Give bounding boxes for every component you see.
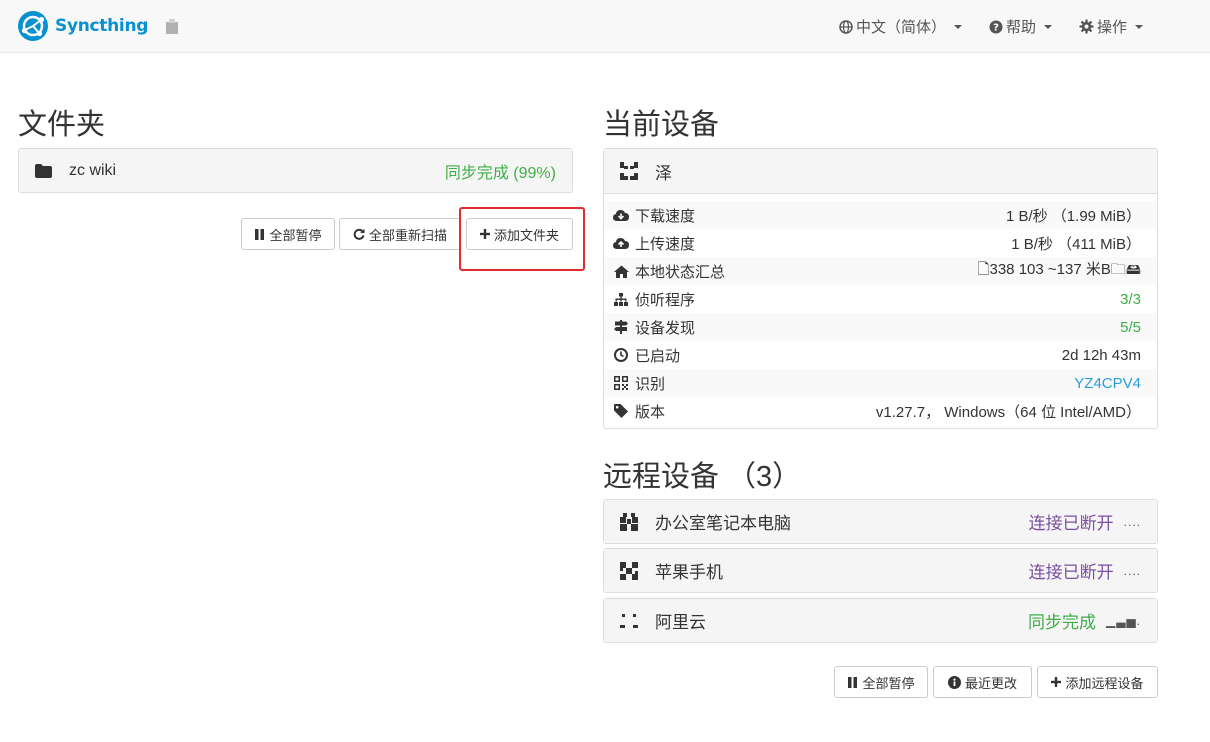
device-row-upload-rate: 上传速度 1 B/秒 （411 MiB） [604, 229, 1157, 257]
device-row-label: 设备发现 [635, 319, 696, 337]
device-identicon-icon [620, 512, 638, 531]
remote-device-name: 苹果手机 [655, 563, 723, 582]
annotation-highlight-box [459, 207, 585, 271]
device-row-value: 🗋338 103 ~137 米B🗀🖴 [977, 261, 1141, 278]
remote-device-status: 连接已断开 [1028, 514, 1114, 533]
pause-icon [255, 228, 265, 240]
folder-panel[interactable]: zc wiki 同步完成 (99%) [18, 148, 573, 193]
folders-heading: 文件夹 [18, 109, 106, 141]
remote-device-heading[interactable]: 阿里云 同步完成 ▁▃▅. [604, 599, 1157, 642]
device-row-local-state: 本地状态汇总 🗋338 103 ~137 米B🗀🖴 [604, 257, 1157, 285]
remote-device-status: 同步完成 [1027, 613, 1096, 632]
remote-device-heading[interactable]: 苹果手机 连接已断开 .... [604, 549, 1157, 592]
remote-device-status: 连接已断开 [1028, 563, 1114, 582]
actions-menu[interactable]: 操作 [1079, 16, 1143, 37]
signal-strength-icon: ▁▃▅. [1105, 613, 1141, 628]
remote-device-panel[interactable]: 苹果手机 连接已断开 .... [603, 548, 1158, 593]
device-row-download-rate: 下载速度 1 B/秒 （1.99 MiB） [604, 201, 1157, 229]
signpost-icon [613, 320, 629, 334]
help-menu[interactable]: ? 帮助 [989, 16, 1052, 37]
info-circle-icon [947, 675, 961, 689]
signal-strength-icon: .... [1123, 563, 1141, 578]
device-row-listeners: 侦听程序 3/3 [604, 285, 1157, 313]
remote-device-name: 阿里云 [655, 613, 706, 632]
device-row-discovery: 设备发现 5/5 [604, 313, 1157, 341]
device-row-identification: 识别 YZ4CPV4 [604, 369, 1157, 397]
syncthing-logo-icon [18, 11, 48, 41]
remote-device-panel[interactable]: 阿里云 同步完成 ▁▃▅. [603, 598, 1158, 643]
recent-changes-label: 最近更改 [964, 675, 1017, 691]
device-row-uptime: 已启动 2d 12h 43m [604, 341, 1157, 369]
pause-all-folders-button[interactable]: 全部暂停 [241, 218, 335, 250]
help-label: 帮助 [1005, 19, 1036, 36]
cloud-upload-icon [613, 237, 629, 250]
device-row-label: 侦听程序 [635, 291, 696, 309]
folder-status: 同步完成 (99%) [444, 164, 556, 182]
folder-panel-heading[interactable]: zc wiki 同步完成 (99%) [19, 149, 572, 192]
device-row-label: 版本 [635, 403, 666, 421]
device-row-value[interactable]: 3/3 [1120, 291, 1141, 308]
gear-icon [1079, 19, 1094, 34]
home-icon [613, 265, 629, 278]
remote-device-name: 办公室笔记本电脑 [655, 514, 791, 533]
plus-icon [1051, 677, 1062, 687]
pause-all-devices-button[interactable]: 全部暂停 [834, 666, 928, 698]
pause-all-folders-label: 全部暂停 [269, 227, 322, 243]
language-label: 中文（简体） [855, 19, 946, 36]
folder-name: zc wiki [69, 161, 117, 179]
qrcode-icon [613, 376, 629, 390]
blurred-badge-icon [166, 19, 178, 34]
device-row-value: 1 B/秒 （411 MiB） [1011, 235, 1141, 253]
tag-icon [613, 404, 629, 418]
device-row-label: 本地状态汇总 [635, 263, 726, 281]
device-row-label: 已启动 [635, 347, 681, 365]
rescan-all-label: 全部重新扫描 [368, 227, 447, 243]
this-device-panel-heading[interactable]: 泽 [604, 149, 1157, 194]
brand-text: Syncthing [55, 16, 149, 36]
this-device-heading: 当前设备 [603, 109, 720, 141]
remote-device-panel[interactable]: 办公室笔记本电脑 连接已断开 .... [603, 499, 1158, 544]
device-id-link[interactable]: YZ4CPV4 [1074, 375, 1141, 392]
this-device-table: 下载速度 1 B/秒 （1.99 MiB） 上传速度 1 B/秒 （411 Mi… [604, 194, 1157, 425]
recent-changes-button[interactable]: 最近更改 [933, 666, 1032, 698]
navbar: Syncthing 中文（简体） ? 帮助 操作 [0, 0, 1210, 53]
device-row-label: 下载速度 [635, 207, 696, 225]
brand[interactable]: Syncthing [17, 10, 148, 42]
this-device-name: 泽 [655, 163, 672, 183]
question-circle-icon: ? [989, 20, 1003, 33]
signal-strength-icon: .... [1123, 514, 1141, 529]
actions-label: 操作 [1096, 19, 1127, 36]
cloud-download-icon [613, 209, 629, 222]
device-row-value: 2d 12h 43m [1061, 346, 1141, 364]
device-row-value: 1 B/秒 （1.99 MiB） [1005, 207, 1141, 225]
rescan-all-button[interactable]: 全部重新扫描 [339, 218, 461, 250]
chevron-down-icon [1043, 24, 1052, 29]
pause-all-devices-label: 全部暂停 [862, 675, 915, 691]
clock-icon [613, 348, 629, 362]
add-remote-device-label: 添加远程设备 [1065, 675, 1144, 691]
pause-icon [848, 676, 858, 688]
globe-icon [839, 19, 853, 34]
chevron-down-icon [953, 24, 962, 29]
device-row-value[interactable]: 5/5 [1120, 319, 1141, 336]
device-row-label: 识别 [635, 375, 666, 393]
remote-device-heading[interactable]: 办公室笔记本电脑 连接已断开 .... [604, 500, 1157, 543]
device-identicon-icon [620, 613, 638, 628]
remote-devices-heading: 远程设备 （3） [603, 461, 802, 493]
device-row-label: 上传速度 [635, 235, 696, 253]
add-remote-device-button[interactable]: 添加远程设备 [1037, 666, 1158, 698]
chevron-down-icon [1135, 24, 1143, 29]
device-identicon-icon [620, 561, 638, 580]
refresh-icon [353, 228, 365, 240]
device-identicon-icon [620, 162, 638, 180]
device-row-value: v1.27.7， Windows（64 位 Intel/AMD） [875, 403, 1141, 421]
svg-text:?: ? [993, 22, 999, 33]
folder-icon [35, 163, 52, 178]
this-device-panel[interactable]: 泽 下载速度 1 B/秒 （1.99 MiB） 上传速度 1 B/秒 （411 … [603, 148, 1158, 429]
sitemap-icon [613, 292, 629, 306]
device-row-version: 版本 v1.27.7， Windows（64 位 Intel/AMD） [604, 397, 1157, 425]
language-menu[interactable]: 中文（简体） [839, 16, 962, 37]
